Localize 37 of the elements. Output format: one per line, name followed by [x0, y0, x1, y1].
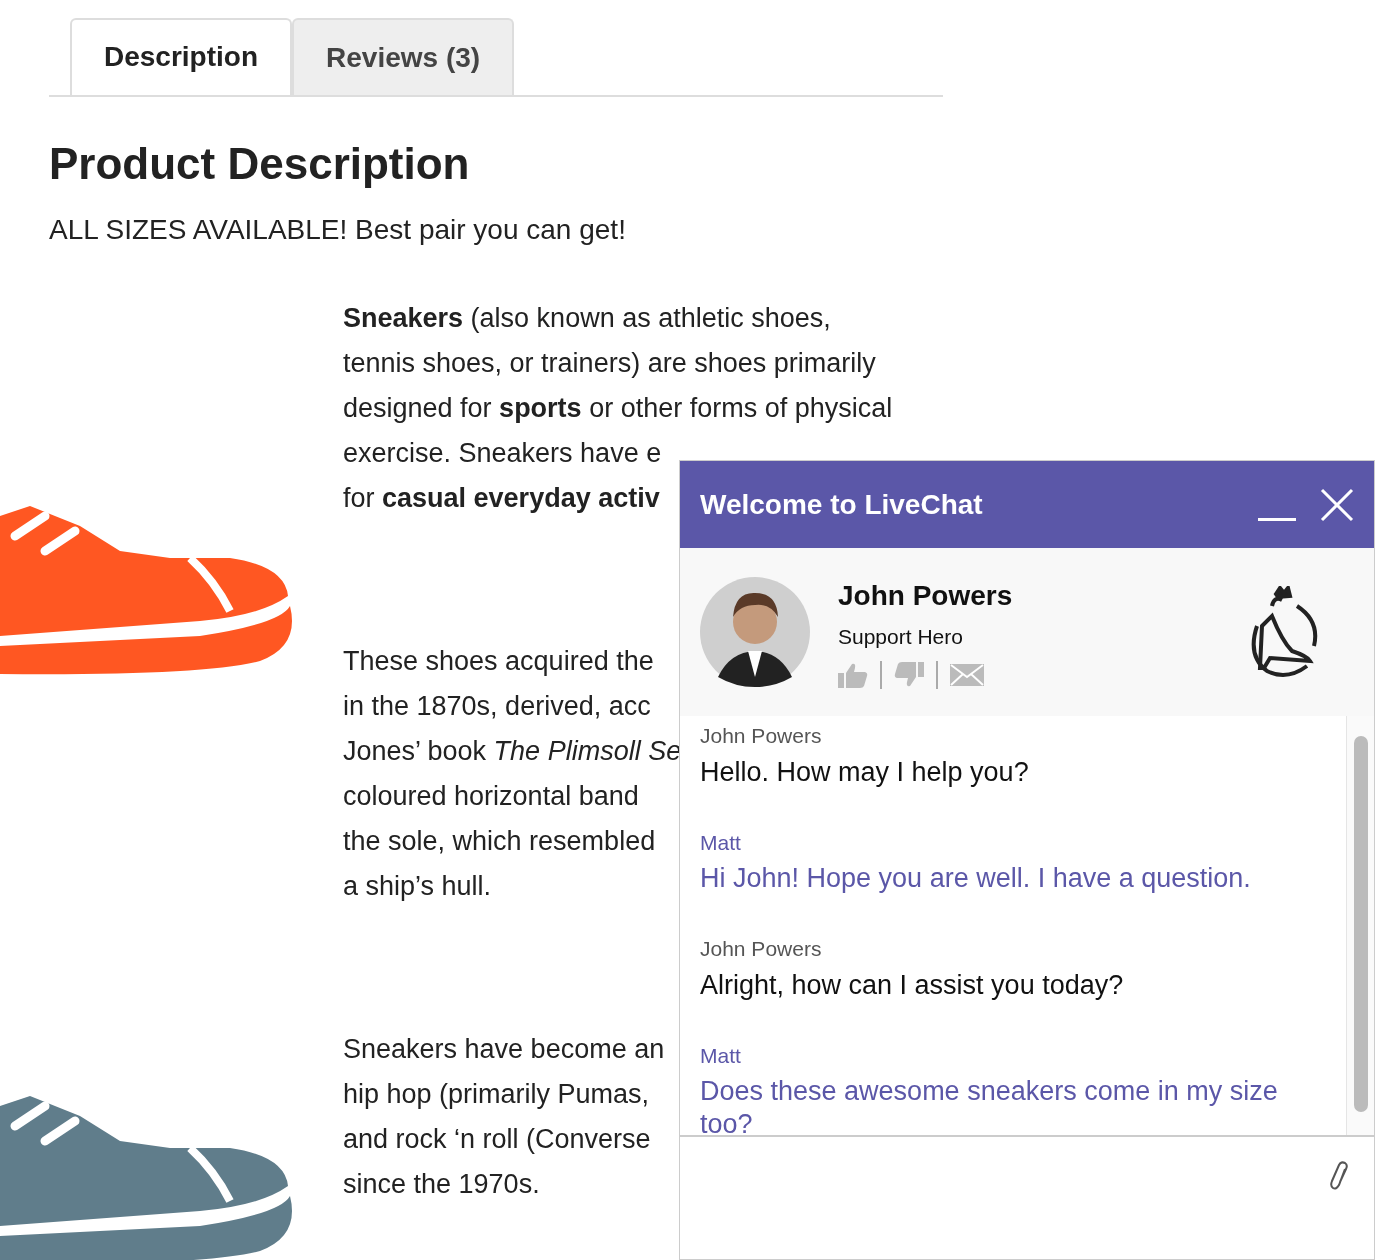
message-text: Alright, how can I assist you today? — [700, 968, 1125, 1002]
message-text: Hello. How may I help you? — [700, 755, 1030, 789]
envelope-icon[interactable] — [950, 663, 984, 686]
text-line: coloured horizontal band — [343, 780, 639, 813]
message-text: Hi John! Hope you are well. I have a question. — [700, 862, 1252, 895]
chat-title: Welcome to LiveChat — [700, 487, 984, 522]
text-line: a ship’s hull. — [343, 870, 492, 903]
message-text: Does these awesome sneakers come in my size too? — [700, 1075, 1279, 1141]
thumbs-up-icon[interactable] — [838, 661, 868, 688]
message-author: John Powers — [700, 936, 823, 962]
tab[interactable]: Description — [70, 18, 293, 95]
text-line: since the 1970s. — [343, 1168, 540, 1201]
message-author: Matt — [700, 1042, 742, 1069]
section-heading: Product Description — [49, 142, 471, 186]
text-line: Sneakers (also known as athletic shoes, — [343, 302, 831, 335]
text-line: Sneakers have become an — [343, 1033, 665, 1066]
text-line: hip hop (primarily Pumas, — [343, 1078, 650, 1111]
agent-role: Support Hero — [838, 624, 964, 651]
scrollbar-thumb[interactable] — [1353, 736, 1368, 1112]
text-line: and rock ‘n roll (Converse — [343, 1123, 651, 1156]
text-line: designed for sports or other forms of physical — [343, 392, 893, 425]
thumbs-down-icon[interactable] — [894, 661, 924, 688]
text-line: These shoes acquired the — [343, 645, 654, 678]
message-author: John Powers — [700, 723, 823, 749]
tagline: ALL SIZES AVAILABLE! Best pair you can get! — [49, 216, 627, 244]
minimize-icon[interactable] — [1258, 517, 1296, 524]
text-line: for casual everyday activ — [343, 482, 660, 515]
text-line: Jones’ book The Plimsoll Se — [343, 735, 682, 768]
text-line: the sole, which resembled — [343, 825, 656, 858]
agent-name: John Powers — [838, 579, 1014, 614]
text-line: tennis shoes, or trainers) are shoes primarily — [343, 347, 876, 380]
paperclip-icon[interactable] — [1330, 1161, 1350, 1191]
close-icon[interactable] — [1320, 487, 1354, 522]
message-author: Matt — [700, 829, 742, 856]
text-line: in the 1870s, derived, acc — [343, 690, 651, 723]
tab[interactable]: Reviews (3) — [292, 18, 515, 95]
text-line: exercise. Sneakers have e — [343, 437, 662, 470]
